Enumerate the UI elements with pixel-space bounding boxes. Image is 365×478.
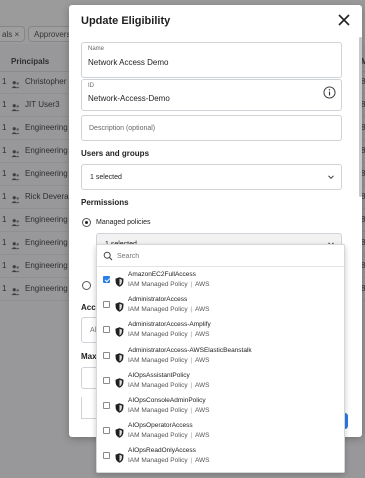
managed-policies-label: Managed policies: [96, 219, 151, 226]
aws-policy-icon: [115, 274, 124, 287]
policy-checkbox[interactable]: [103, 351, 110, 359]
separator: |: [188, 432, 194, 440]
aws-policy-icon: [115, 375, 124, 388]
policy-option[interactable]: AdministratorAccess IAM Managed Policy | …: [97, 292, 344, 317]
description-field[interactable]: Description (optional): [81, 115, 342, 141]
policy-name: AIOpsReadOnlyAccess: [128, 447, 196, 455]
users-groups-title: Users and groups: [81, 149, 150, 158]
policy-type: IAM Managed Policy: [128, 356, 188, 364]
close-icon[interactable]: [336, 12, 352, 28]
info-icon[interactable]: [323, 86, 336, 99]
policy-type: IAM Managed Policy: [128, 281, 188, 288]
search-icon: [103, 251, 113, 261]
id-field: ID Network-Access-Demo: [81, 79, 342, 111]
aws-policy-icon: [115, 450, 124, 464]
separator: |: [188, 457, 194, 465]
policy-provider: AWS: [194, 331, 210, 339]
dropdown-search-bar: [97, 245, 344, 267]
policy-provider: AWS: [194, 281, 210, 288]
policy-name: AdministratorAccess-Amplify: [128, 321, 211, 329]
policy-option[interactable]: AIOpsOperatorAccess IAM Managed Policy | …: [97, 418, 344, 443]
policy-type: IAM Managed Policy: [128, 432, 188, 440]
users-groups-select[interactable]: 1 selected: [81, 164, 342, 190]
chevron-down-icon: [328, 175, 334, 180]
managed-policies-dropdown: AmazonEC2FullAccess IAM Managed Policy | …: [96, 244, 345, 473]
name-field-label: Name: [88, 46, 105, 52]
policy-provider: AWS: [194, 457, 210, 465]
policy-type: IAM Managed Policy: [128, 407, 188, 414]
aws-policy-icon: [115, 350, 124, 363]
policy-type: IAM Managed Policy: [128, 306, 188, 314]
policy-provider: AWS: [194, 381, 210, 389]
policy-option[interactable]: AmazonEC2FullAccess IAM Managed Policy | …: [97, 267, 344, 292]
modal-scrollbar[interactable]: [359, 37, 362, 197]
permissions-title: Permissions: [81, 198, 129, 207]
policy-provider: AWS: [194, 407, 210, 414]
policy-type: IAM Managed Policy: [128, 331, 188, 339]
policy-type: IAM Managed Policy: [128, 457, 188, 465]
policy-checkbox[interactable]: [103, 376, 110, 384]
policy-name: AIOpsOperatorAccess: [128, 422, 193, 430]
policy-meta: IAM Managed Policy | AWS: [128, 432, 210, 439]
separator: |: [188, 281, 194, 288]
description-placeholder: Description (optional): [89, 125, 156, 132]
policy-checkbox[interactable]: [103, 427, 110, 435]
policy-meta: IAM Managed Policy | AWS: [128, 331, 210, 338]
policy-meta: IAM Managed Policy | AWS: [128, 382, 210, 389]
policy-name: AdministratorAccess: [128, 296, 188, 304]
users-groups-value: 1 selected: [90, 174, 122, 181]
policy-name: AIOpsAssistantPolicy: [128, 371, 190, 379]
access-section-title: Acc: [81, 303, 96, 312]
policy-option[interactable]: AIOpsConsoleAdminPolicy IAM Managed Polic…: [97, 393, 344, 418]
second-radio-button[interactable]: [82, 281, 91, 290]
name-field-value[interactable]: Network Access Demo: [88, 58, 168, 67]
aws-policy-icon: [115, 299, 124, 312]
policy-name: AdministratorAccess-AWSElasticBeanstalk: [128, 346, 252, 354]
policy-checkbox[interactable]: [103, 301, 110, 309]
name-field[interactable]: Name Network Access Demo: [81, 42, 342, 78]
max-section-title: Max: [81, 352, 97, 361]
policy-checkbox[interactable]: [103, 452, 110, 460]
policy-option[interactable]: AIOpsReadOnlyAccess IAM Managed Policy | …: [97, 443, 344, 468]
policy-option[interactable]: AdministratorAccess-AWSElasticBeanstalk I…: [97, 343, 344, 368]
policy-meta: IAM Managed Policy | AWS: [128, 281, 210, 288]
policy-meta: IAM Managed Policy | AWS: [128, 306, 210, 313]
policy-name: AIOpsConsoleAdminPolicy: [128, 397, 206, 404]
separator: |: [188, 407, 194, 414]
policy-meta: IAM Managed Policy | AWS: [128, 357, 210, 364]
policy-provider: AWS: [194, 356, 210, 364]
policy-option[interactable]: AdministratorAccess-Amplify IAM Managed P…: [97, 317, 344, 342]
separator: |: [188, 356, 194, 364]
policy-provider: AWS: [194, 306, 210, 314]
policy-meta: IAM Managed Policy | AWS: [128, 457, 210, 464]
policy-checkbox[interactable]: [103, 326, 110, 334]
modal-title: Update Eligibility: [81, 15, 171, 27]
managed-policies-radio-button[interactable]: [82, 218, 91, 227]
separator: |: [188, 381, 194, 389]
aws-policy-icon: [115, 400, 124, 413]
policy-meta: IAM Managed Policy | AWS: [128, 407, 210, 414]
aws-policy-icon: [115, 425, 124, 438]
policy-checkbox[interactable]: [103, 402, 110, 409]
id-field-value: Network-Access-Demo: [88, 94, 170, 103]
dropdown-search-input[interactable]: [117, 249, 317, 263]
policy-option[interactable]: AIOpsAssistantPolicy IAM Managed Policy |…: [97, 368, 344, 393]
policy-name: AmazonEC2FullAccess: [128, 271, 196, 278]
aws-policy-icon: [115, 324, 124, 338]
policy-type: IAM Managed Policy: [128, 381, 188, 389]
separator: |: [188, 331, 194, 339]
policy-checkbox[interactable]: [103, 276, 110, 283]
policy-provider: AWS: [194, 432, 210, 440]
id-field-label: ID: [88, 83, 94, 89]
separator: |: [188, 306, 194, 314]
